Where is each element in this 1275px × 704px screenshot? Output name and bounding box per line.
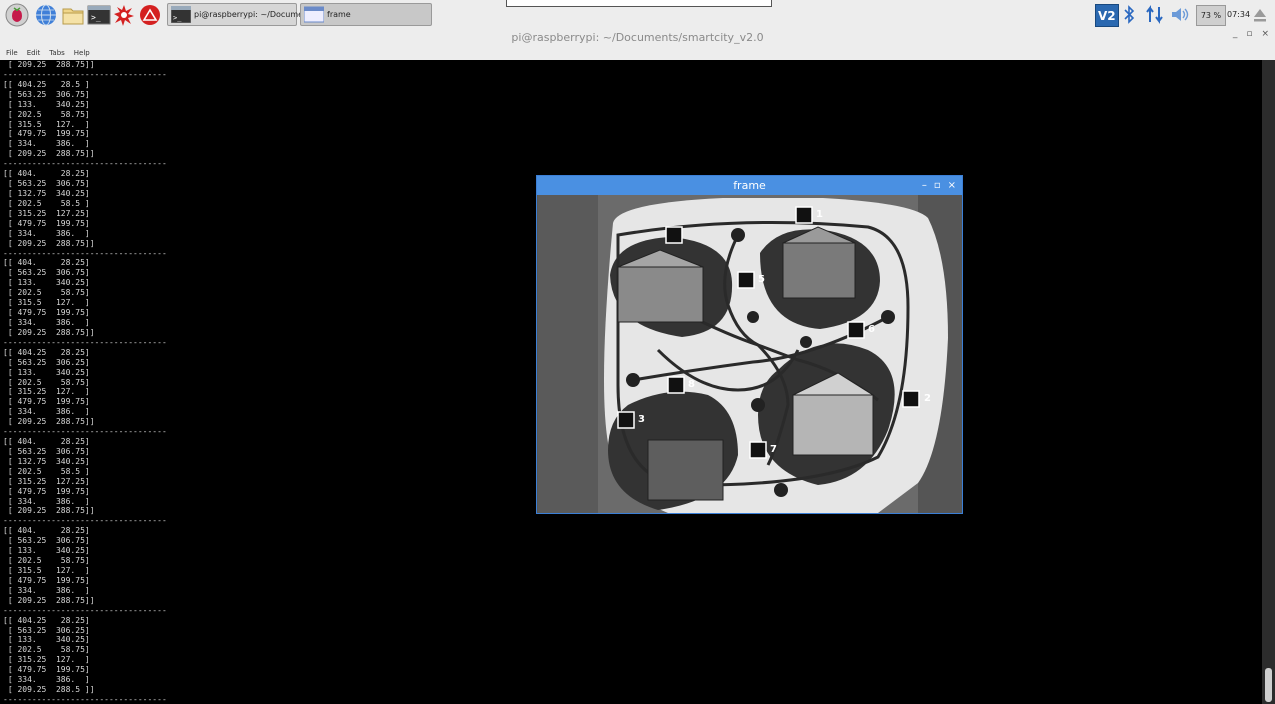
mathematica-icon[interactable]	[112, 3, 136, 27]
marker-label-3: 3	[638, 414, 645, 425]
svg-text:>_: >_	[91, 13, 101, 22]
marker-label-1: 1	[816, 209, 823, 220]
marker-label-6: 6	[868, 324, 875, 335]
close-button[interactable]: ×	[1261, 29, 1269, 39]
marker-label-5: 5	[758, 274, 765, 285]
taskbar: >_ >_ pi@raspberrypi: ~/Documents... fra…	[0, 0, 1275, 30]
frame-maximize-button[interactable]: ▫	[934, 180, 941, 191]
menu-tabs[interactable]: Tabs	[49, 49, 65, 57]
menu-help[interactable]: Help	[74, 49, 90, 57]
frame-minimize-button[interactable]: –	[922, 180, 927, 191]
terminal-icon: >_	[171, 6, 191, 23]
scrollbar-thumb[interactable]	[1265, 668, 1272, 702]
taskbar-terminal-button[interactable]: >_ pi@raspberrypi: ~/Documents...	[167, 3, 323, 26]
marker-label-7: 7	[770, 444, 777, 455]
vnc-label: V2	[1098, 9, 1116, 23]
terminal-title: pi@raspberrypi: ~/Documents/smartcity_v2…	[511, 31, 764, 44]
clock[interactable]: 07:34	[1227, 10, 1250, 19]
minimize-button[interactable]: _	[1233, 29, 1238, 39]
camera-frame-image: 1 2 3 5 6 7 8	[538, 195, 961, 513]
menu-edit[interactable]: Edit	[27, 49, 41, 57]
vnc-icon[interactable]: V2	[1095, 4, 1119, 27]
marker-label-8: 8	[688, 379, 695, 390]
terminal-window-controls: _ ▫ ×	[1224, 29, 1269, 39]
clock-time: 07:34	[1227, 10, 1251, 19]
window-title-strip	[506, 0, 772, 7]
terminal-icon[interactable]: >_	[87, 3, 111, 27]
taskbar-frame-button[interactable]: frame	[300, 3, 432, 26]
raspberry-menu-icon[interactable]	[5, 3, 29, 27]
frame-title-bar[interactable]: frame	[537, 176, 962, 195]
window-icon	[304, 6, 324, 23]
frame-close-button[interactable]: ×	[948, 180, 956, 191]
network-icon[interactable]	[1145, 4, 1165, 29]
web-browser-icon[interactable]	[34, 3, 58, 27]
terminal-title-bar[interactable]: pi@raspberrypi: ~/Documents/smartcity_v2…	[0, 29, 1275, 46]
volume-icon[interactable]	[1170, 4, 1190, 29]
wolfram-icon[interactable]	[138, 3, 162, 27]
maximize-button[interactable]: ▫	[1246, 29, 1252, 39]
file-manager-icon[interactable]	[61, 3, 85, 27]
terminal-scrollbar[interactable]	[1262, 60, 1275, 704]
bluetooth-icon[interactable]	[1122, 4, 1136, 29]
cpu-monitor[interactable]: 73 %	[1196, 5, 1226, 26]
task-label: frame	[327, 10, 351, 19]
cpu-value: 73 %	[1200, 11, 1222, 20]
frame-window[interactable]: frame – ▫ × 1 2 3 5 6 7 8	[536, 175, 963, 514]
frame-window-controls: – ▫ ×	[915, 176, 956, 195]
frame-title: frame	[733, 179, 766, 192]
menu-file[interactable]: File	[6, 49, 18, 57]
svg-text:>_: >_	[173, 14, 182, 22]
terminal-menubar: File Edit Tabs Help	[0, 46, 1275, 60]
eject-icon[interactable]	[1253, 7, 1267, 27]
marker-label-2: 2	[924, 393, 931, 404]
